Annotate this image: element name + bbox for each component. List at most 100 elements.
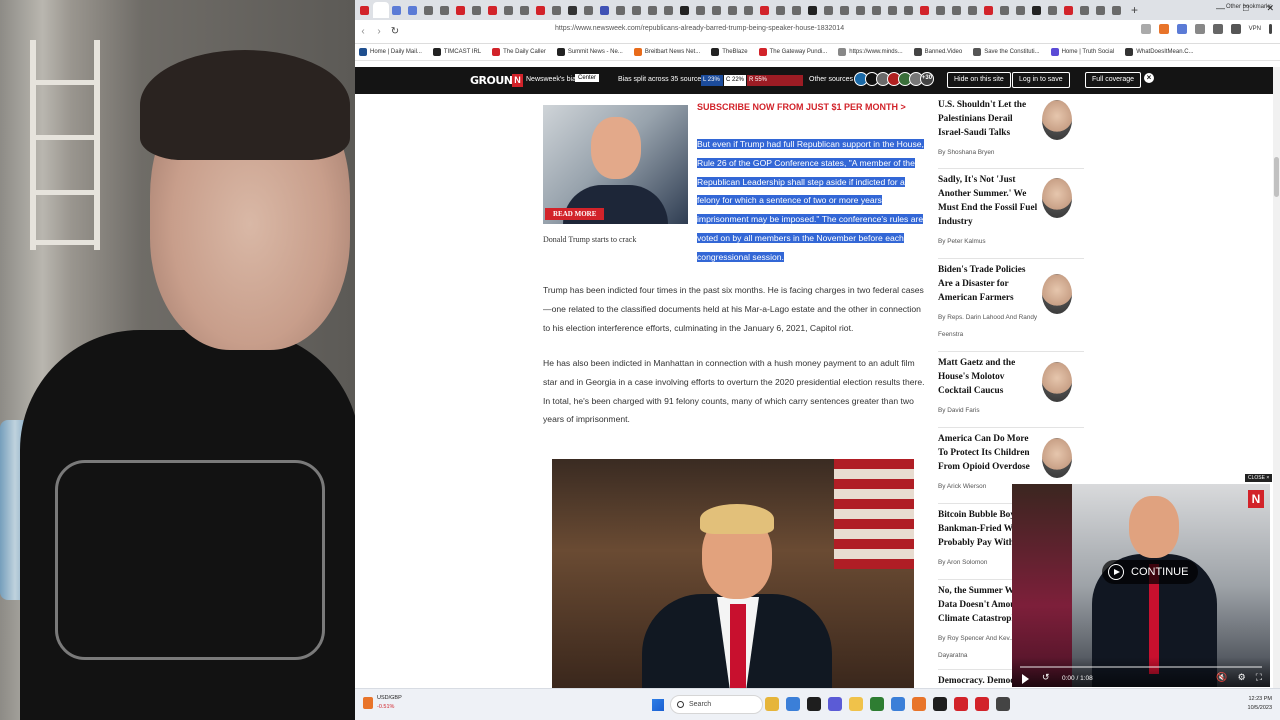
browser-tab[interactable] — [661, 2, 677, 18]
browser-tab[interactable] — [917, 2, 933, 18]
video-close-button[interactable]: CLOSE × — [1245, 474, 1273, 482]
login-to-save-button[interactable]: Log in to save — [1012, 72, 1070, 88]
browser-tab[interactable] — [629, 2, 645, 18]
scrollbar[interactable] — [1273, 67, 1280, 688]
browser-tab[interactable] — [1013, 2, 1029, 18]
bookmark-item[interactable]: Home | Daily Mail... — [359, 48, 422, 56]
browser-tab[interactable] — [501, 2, 517, 18]
browser-tab[interactable] — [613, 2, 629, 18]
vpn-button[interactable]: VPN — [1249, 26, 1261, 32]
other-bookmarks[interactable]: Other bookmarks — [1226, 4, 1272, 10]
browser-tab[interactable] — [421, 2, 437, 18]
browser-tab[interactable] — [837, 2, 853, 18]
bookmark-item[interactable]: Save the Constituti... — [973, 48, 1040, 56]
sidebar-icon[interactable] — [1212, 24, 1223, 34]
bookmark-item[interactable]: The Gateway Pundi... — [758, 48, 827, 56]
browser-tab[interactable] — [709, 2, 725, 18]
ticker-widget[interactable]: USD/GBP -0.51% — [363, 694, 402, 712]
browser-tab[interactable] — [1077, 2, 1093, 18]
bookmark-item[interactable]: TIMCAST IRL — [432, 48, 481, 56]
browser-tab[interactable] — [773, 2, 789, 18]
browser-tab[interactable] — [821, 2, 837, 18]
read-more-button[interactable]: READ MORE — [545, 208, 605, 220]
opinion-title[interactable]: Biden's Trade Policies Are a Disaster fo… — [938, 263, 1038, 305]
url-field[interactable]: https://www.newsweek.com/republicans-alr… — [555, 25, 844, 32]
bookmark-item[interactable]: Banned.Video — [913, 48, 962, 56]
related-article-thumbnail[interactable]: READ MORE — [543, 105, 688, 224]
browser-tab[interactable] — [469, 2, 485, 18]
browser-tab[interactable] — [869, 2, 885, 18]
taskbar-app-icon[interactable] — [849, 697, 863, 711]
bookmark-item[interactable]: WhatDoesItMean.C... — [1125, 48, 1194, 56]
browser-tab[interactable] — [741, 2, 757, 18]
browser-tab[interactable] — [453, 2, 469, 18]
bookmark-item[interactable]: Summit News - Ne... — [556, 48, 623, 56]
browser-tab[interactable] — [725, 2, 741, 18]
reload-icon[interactable]: ↻ — [387, 26, 403, 37]
browser-tab[interactable] — [789, 2, 805, 18]
browser-tab[interactable] — [1061, 2, 1077, 18]
extension-icon[interactable] — [1176, 24, 1187, 34]
video-progress-bar[interactable] — [1020, 666, 1262, 668]
forward-icon[interactable]: › — [371, 26, 387, 37]
back-icon[interactable]: ‹ — [355, 26, 371, 37]
browser-tab[interactable] — [549, 2, 565, 18]
source-logos[interactable]: +30 — [854, 72, 934, 86]
browser-tab[interactable] — [1093, 2, 1109, 18]
browser-tab[interactable] — [645, 2, 661, 18]
opinion-title[interactable]: America Can Do More To Protect Its Child… — [938, 432, 1038, 474]
scrollbar-thumb[interactable] — [1274, 157, 1279, 197]
browser-tab[interactable] — [1109, 2, 1125, 18]
bookmark-item[interactable]: Home | Truth Social — [1050, 48, 1114, 56]
start-button-icon[interactable] — [652, 699, 664, 711]
author-avatar[interactable] — [1042, 100, 1072, 140]
taskbar-app-icon[interactable] — [891, 697, 905, 711]
author-avatar[interactable] — [1042, 274, 1072, 314]
taskbar-search[interactable]: Search — [670, 695, 763, 714]
share-icon[interactable] — [1140, 24, 1151, 34]
browser-tab[interactable] — [981, 2, 997, 18]
taskbar-app-icon[interactable] — [954, 697, 968, 711]
opinion-title[interactable]: Matt Gaetz and the House's Molotov Cockt… — [938, 356, 1038, 398]
system-clock[interactable]: 12:23 PM 10/5/2023 — [1248, 695, 1272, 713]
browser-tab[interactable] — [901, 2, 917, 18]
bookmark-item[interactable]: Breitbart News Net... — [633, 48, 700, 56]
full-coverage-button[interactable]: Full coverage — [1085, 72, 1142, 88]
taskbar-app-icon[interactable] — [828, 697, 842, 711]
opinion-title[interactable]: Sadly, It's Not 'Just Another Summer.' W… — [938, 173, 1038, 229]
taskbar-app-icon[interactable] — [975, 697, 989, 711]
browser-tab[interactable] — [437, 2, 453, 18]
continue-button[interactable]: CONTINUE — [1102, 560, 1199, 584]
browser-tab[interactable] — [405, 2, 421, 18]
bookmark-item[interactable]: The Daily Caller — [492, 48, 546, 56]
browser-tab[interactable] — [357, 2, 373, 18]
browser-tab[interactable] — [933, 2, 949, 18]
author-avatar[interactable] — [1042, 362, 1072, 402]
play-icon[interactable] — [1022, 674, 1029, 684]
mute-icon[interactable]: 🔇 — [1216, 672, 1227, 683]
browser-tab[interactable] — [1045, 2, 1061, 18]
browser-tab[interactable] — [693, 2, 709, 18]
browser-tab[interactable] — [597, 2, 613, 18]
browser-tab[interactable] — [373, 2, 389, 18]
browser-tab[interactable] — [965, 2, 981, 18]
browser-tab[interactable] — [997, 2, 1013, 18]
extension-puzzle-icon[interactable] — [1194, 24, 1205, 34]
browser-tab[interactable] — [581, 2, 597, 18]
close-icon[interactable]: × — [1144, 73, 1154, 83]
taskbar-app-icon[interactable] — [786, 697, 800, 711]
author-avatar[interactable] — [1042, 438, 1072, 478]
browser-tab[interactable] — [805, 2, 821, 18]
browser-tab[interactable] — [677, 2, 693, 18]
taskbar-app-icon[interactable] — [870, 697, 884, 711]
taskbar-app-icon[interactable] — [996, 697, 1010, 711]
opinion-title[interactable]: U.S. Shouldn't Let the Palestinians Dera… — [938, 98, 1038, 140]
browser-tab[interactable] — [533, 2, 549, 18]
taskbar-app-icon[interactable] — [912, 697, 926, 711]
browser-tab[interactable] — [853, 2, 869, 18]
browser-tab[interactable] — [389, 2, 405, 18]
new-tab-icon[interactable]: + — [1131, 3, 1138, 17]
bookmark-item[interactable]: https://www.minds... — [838, 48, 903, 56]
taskbar-app-icon[interactable] — [765, 697, 779, 711]
fullscreen-icon[interactable]: ⛶ — [1256, 672, 1262, 683]
